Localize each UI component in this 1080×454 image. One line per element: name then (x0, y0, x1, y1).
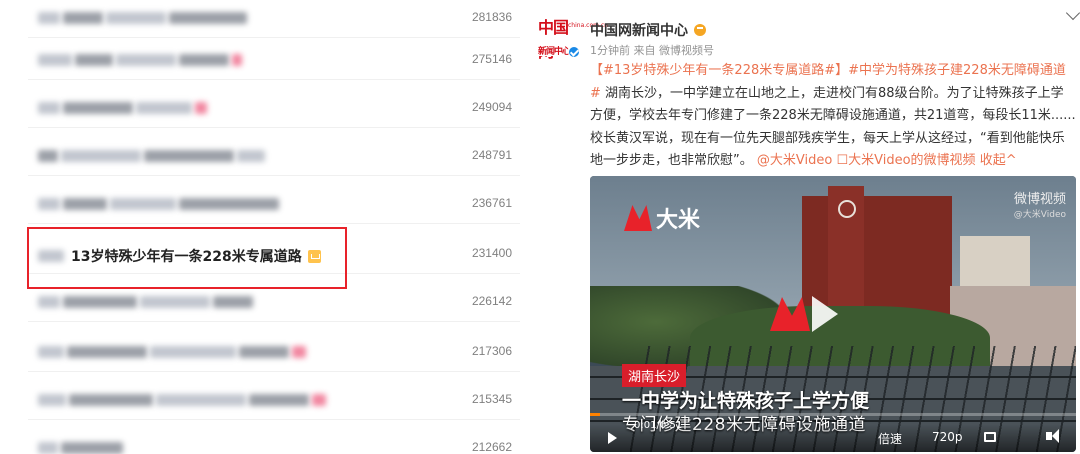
author-name[interactable]: 中国网新闻中心 (590, 20, 706, 40)
video-controls: 0:01/0:51 倍速 720p (590, 420, 1076, 452)
post-meta: 1分钟前 来自 微博视频号 (590, 44, 714, 57)
weibo-post: 中国网 china.com.cn 新闻中心 中国网新闻中心 1分钟前 来自 微博… (530, 0, 1080, 454)
progress-bar[interactable] (590, 413, 1076, 416)
hot-title-blurred (38, 99, 210, 117)
time-display: 0:01/0:51 (634, 420, 683, 431)
play-icon[interactable] (812, 296, 838, 332)
list-item[interactable]: 249094 (28, 90, 520, 128)
hot-title-blurred (38, 147, 268, 165)
hot-count: 248791 (471, 148, 512, 162)
volume-icon[interactable] (1046, 429, 1059, 443)
hot-title-blurred (38, 439, 126, 454)
avatar[interactable]: 中国网 china.com.cn 新闻中心 (538, 14, 608, 61)
logo-news: 新闻中心 (538, 44, 571, 57)
progress-fill (590, 413, 600, 416)
speed-button[interactable]: 倍速 (878, 430, 902, 447)
pip-icon[interactable] (984, 432, 996, 442)
mention-link[interactable]: @大米Video (757, 153, 832, 168)
brand-text: 大米 (656, 208, 701, 233)
list-item[interactable]: 236761 (28, 186, 520, 224)
hot-title-blurred (38, 195, 282, 213)
video-link-icon: ☐ (836, 153, 849, 168)
list-item[interactable]: 215345 (28, 382, 520, 420)
hot-title-blurred (38, 391, 329, 409)
chevron-down-icon[interactable] (1065, 5, 1080, 21)
hot-count: 281836 (471, 10, 512, 24)
post-text: 【#13岁特殊少年有一条228米专属道路#】#中学为特殊孩子建228米无障碍通道… (590, 60, 1076, 173)
highlight-box (27, 227, 347, 289)
author-name-text[interactable]: 中国网新闻中心 (590, 20, 688, 40)
hot-count: 231400 (471, 246, 512, 260)
hot-count: 249094 (471, 100, 512, 114)
hot-count: 275146 (471, 52, 512, 66)
video-link[interactable]: 大米Video的微博视频 (848, 153, 975, 168)
hot-title-blurred (38, 51, 245, 69)
list-item[interactable]: 226142 (28, 284, 520, 322)
watermark-text: 微博视频 (1013, 192, 1066, 207)
watermark: 微博视频 @大米Video (1014, 188, 1066, 220)
verified-icon (568, 46, 580, 58)
quality-button[interactable]: 720p (932, 430, 963, 444)
hot-list: 281836 275146 249094 248791 236761 13岁特殊… (0, 0, 530, 454)
brand-mark-icon (770, 297, 810, 331)
play-icon[interactable] (608, 432, 617, 444)
list-item[interactable]: 275146 (28, 42, 520, 80)
hot-title-blurred (38, 293, 256, 311)
list-item[interactable]: 212662 (28, 430, 520, 454)
hot-title-blurred (38, 9, 250, 27)
hot-title-blurred (38, 343, 309, 361)
list-item[interactable]: 281836 (28, 0, 520, 38)
hot-count: 236761 (471, 196, 512, 210)
hot-count: 212662 (471, 440, 512, 454)
list-item[interactable]: 248791 (28, 138, 520, 176)
caption-main: 一中学为让特殊孩子上学方便 (622, 390, 870, 412)
video-player[interactable]: 大米 微博视频 @大米Video 湖南长沙 一中学为让特殊孩子上学方便 专门修建… (590, 176, 1076, 452)
watermark-sub: @大米Video (1013, 210, 1066, 220)
hot-count: 226142 (471, 294, 512, 308)
caption-location: 湖南长沙 (622, 364, 687, 387)
hot-count: 217306 (471, 344, 512, 358)
brand-logo: 大米 (624, 202, 700, 234)
vip-badge-icon (694, 24, 706, 36)
list-item[interactable]: 217306 (28, 334, 520, 372)
topic-link[interactable]: 【#13岁特殊少年有一条228米专属道路#】 (590, 63, 848, 78)
hot-count: 215345 (471, 392, 512, 406)
brand-mark-icon (624, 205, 652, 231)
collapse-button[interactable]: 收起^ (980, 153, 1017, 168)
